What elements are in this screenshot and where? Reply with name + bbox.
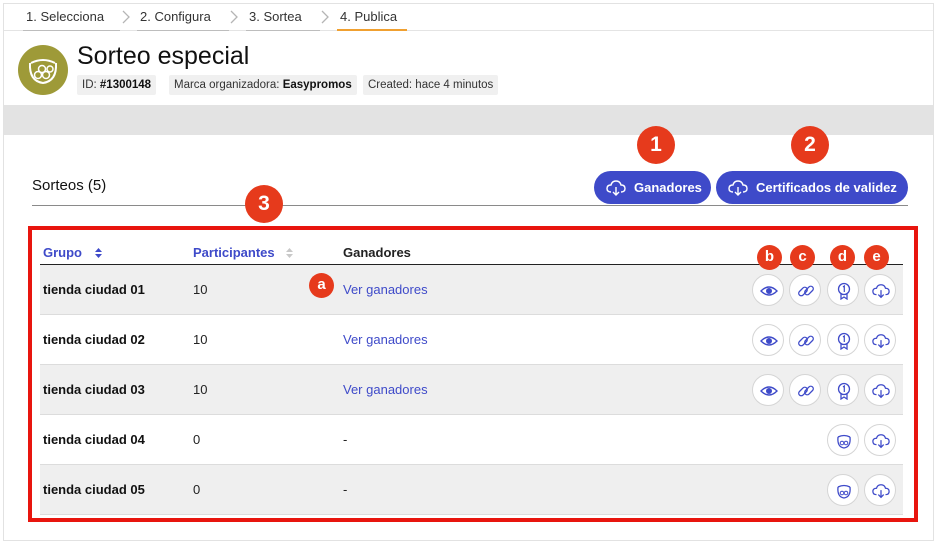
group-name: tienda ciudad 03 xyxy=(43,382,145,397)
group-name: tienda ciudad 05 xyxy=(43,482,145,497)
view-button[interactable] xyxy=(752,274,784,306)
col-group-header[interactable]: Grupo xyxy=(43,245,82,260)
brand-value: Easypromos xyxy=(282,79,352,91)
download-winners-label: Ganadores xyxy=(634,180,702,195)
view-winners-link[interactable]: Ver ganadores xyxy=(343,382,428,397)
col-winners-header: Ganadores xyxy=(343,245,411,260)
step-selecciona[interactable]: 1. Selecciona xyxy=(23,7,120,31)
section-title: Sorteos (5) xyxy=(32,177,107,194)
certificate-button[interactable] xyxy=(827,374,859,406)
participants-count: 0 xyxy=(193,432,201,447)
download-button[interactable] xyxy=(864,324,896,356)
annotation-marker-2: 2 xyxy=(791,126,829,164)
draw-button[interactable] xyxy=(827,474,859,506)
certificate-icon xyxy=(837,282,851,300)
table-row: tienda ciudad 03 10 Ver ganadores xyxy=(40,365,903,415)
wizard-steps: 1. Selecciona 2. Configura 3. Sortea 4. … xyxy=(4,4,933,31)
table-row: tienda ciudad 05 0 - xyxy=(40,465,903,515)
table-row: tienda ciudad 04 0 - xyxy=(40,415,903,465)
draw-bowl-icon xyxy=(837,434,851,449)
page-title: Sorteo especial xyxy=(77,42,250,70)
annotation-marker-e: e xyxy=(864,245,889,270)
certificate-button[interactable] xyxy=(827,324,859,356)
view-button[interactable] xyxy=(752,324,784,356)
step-configura[interactable]: 2. Configura xyxy=(137,7,229,31)
sort-icon[interactable] xyxy=(286,248,293,258)
chevron-right-icon xyxy=(122,10,130,24)
eye-icon xyxy=(760,286,778,296)
cloud-download-icon xyxy=(872,384,890,399)
copy-link-button[interactable] xyxy=(789,274,821,306)
annotation-marker-d: d xyxy=(830,245,855,270)
cloud-download-icon xyxy=(728,180,748,196)
cloud-download-icon xyxy=(872,334,890,349)
cloud-download-icon xyxy=(872,284,890,299)
participants-count: 0 xyxy=(193,482,201,497)
participants-count: 10 xyxy=(193,332,208,347)
id-value: #1300148 xyxy=(99,79,152,91)
divider xyxy=(32,205,908,206)
created-badge: Created: hace 4 minutos xyxy=(363,75,499,95)
col-participants-header[interactable]: Participantes xyxy=(193,245,275,260)
link-icon xyxy=(798,385,814,397)
view-button[interactable] xyxy=(752,374,784,406)
brand-badge: Marca organizadora: Easypromos xyxy=(169,75,357,95)
download-button[interactable] xyxy=(864,474,896,506)
table-row: tienda ciudad 02 10 Ver ganadores xyxy=(40,315,903,365)
draw-logo xyxy=(18,45,68,95)
winners-placeholder: - xyxy=(343,432,348,447)
chevron-right-icon xyxy=(230,10,238,24)
cloud-download-icon xyxy=(872,484,890,499)
view-winners-link[interactable]: Ver ganadores xyxy=(343,282,428,297)
draw-bowl-icon xyxy=(28,59,58,85)
certificate-button[interactable] xyxy=(827,274,859,306)
annotation-marker-b: b xyxy=(757,245,782,270)
draw-bowl-icon xyxy=(837,484,851,499)
cloud-download-icon xyxy=(606,180,626,196)
step-publica[interactable]: 4. Publica xyxy=(337,7,407,31)
participants-count: 10 xyxy=(193,282,208,297)
annotation-marker-3: 3 xyxy=(245,185,283,223)
annotation-marker-1: 1 xyxy=(637,126,675,164)
download-button[interactable] xyxy=(864,424,896,456)
certificate-icon xyxy=(837,332,851,350)
download-button[interactable] xyxy=(864,274,896,306)
step-sortea[interactable]: 3. Sortea xyxy=(246,7,320,31)
download-button[interactable] xyxy=(864,374,896,406)
brand-label: Marca organizadora: xyxy=(174,79,280,91)
id-label: ID: xyxy=(82,79,97,91)
annotation-marker-c: c xyxy=(790,245,815,270)
link-icon xyxy=(798,335,814,347)
link-icon xyxy=(798,285,814,297)
copy-link-button[interactable] xyxy=(789,374,821,406)
view-winners-link[interactable]: Ver ganadores xyxy=(343,332,428,347)
gray-band xyxy=(4,105,933,135)
group-name: tienda ciudad 02 xyxy=(43,332,145,347)
group-name: tienda ciudad 04 xyxy=(43,432,145,447)
certificate-icon xyxy=(837,382,851,400)
download-winners-button[interactable]: Ganadores xyxy=(594,171,711,204)
table-row: tienda ciudad 01 10 Ver ganadores xyxy=(40,265,903,315)
id-badge: ID: #1300148 xyxy=(77,75,157,95)
participants-count: 10 xyxy=(193,382,208,397)
annotation-marker-a: a xyxy=(309,273,334,298)
draw-button[interactable] xyxy=(827,424,859,456)
eye-icon xyxy=(760,336,778,346)
chevron-right-icon xyxy=(321,10,329,24)
download-certificates-button[interactable]: Certificados de validez xyxy=(716,171,908,204)
sort-icon[interactable] xyxy=(95,248,102,258)
group-name: tienda ciudad 01 xyxy=(43,282,145,297)
app-frame: 1. Selecciona 2. Configura 3. Sortea 4. … xyxy=(3,3,934,541)
copy-link-button[interactable] xyxy=(789,324,821,356)
winners-placeholder: - xyxy=(343,482,348,497)
eye-icon xyxy=(760,386,778,396)
cloud-download-icon xyxy=(872,434,890,449)
download-certificates-label: Certificados de validez xyxy=(756,180,897,195)
